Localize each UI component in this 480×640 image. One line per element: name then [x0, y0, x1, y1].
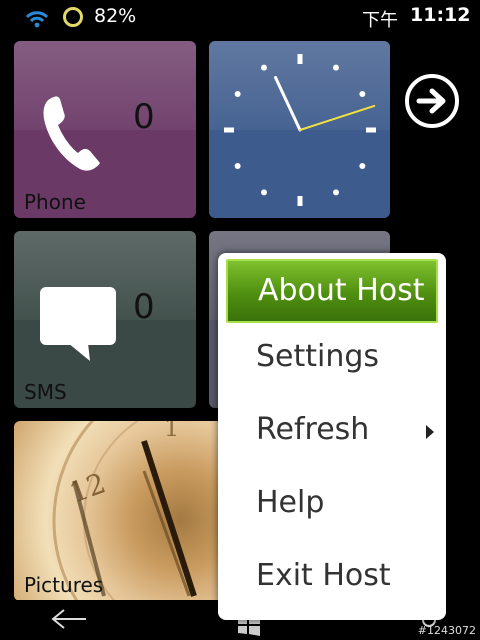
battery-icon — [63, 7, 83, 27]
svg-text:12: 12 — [65, 466, 110, 509]
analog-clock — [224, 54, 376, 206]
pictures-tile-label: Pictures — [24, 573, 104, 597]
clock-minor-mark — [333, 189, 339, 196]
missed-call-count: 0 — [133, 97, 155, 137]
menu-item-label: Settings — [256, 339, 380, 374]
clock-time: 11:12 — [410, 4, 471, 26]
phone-icon — [43, 96, 100, 171]
message-icon — [40, 287, 116, 361]
back-arrow-icon[interactable] — [50, 608, 88, 630]
clock-tile[interactable] — [209, 41, 390, 218]
clock-minor-mark — [333, 64, 339, 71]
menu-item-about-host[interactable]: About Host — [226, 259, 438, 323]
menu-item-settings[interactable]: Settings — [218, 327, 446, 391]
sms-tile[interactable]: 0 SMS — [14, 231, 196, 408]
clock-minor-mark — [234, 91, 241, 97]
wifi-icon — [25, 11, 49, 28]
menu-item-label: Refresh — [256, 412, 370, 447]
svg-text:1: 1 — [164, 421, 179, 442]
menu-item-exit-host[interactable]: Exit Host — [218, 546, 446, 610]
watermark-id: #1243072 — [417, 624, 476, 637]
menu-item-label: Help — [256, 485, 325, 520]
pictures-tile[interactable]: 12 1 Pictures — [14, 421, 222, 601]
chevron-right-icon — [426, 425, 434, 439]
status-bar: 82% 下午 11:12 — [0, 0, 480, 36]
forward-arrow-icon[interactable] — [404, 73, 460, 129]
clock-minor-mark — [261, 189, 267, 196]
menu-item-label: Exit Host — [256, 558, 391, 593]
battery-percentage: 82% — [94, 5, 137, 27]
phone-tile[interactable]: 0 Phone — [14, 41, 196, 218]
context-menu: About Host Settings Refresh Help Exit Ho… — [218, 253, 446, 620]
clock-minor-mark — [359, 91, 366, 97]
unread-sms-count: 0 — [133, 287, 155, 327]
clock-minor-mark — [234, 163, 241, 169]
menu-item-label: About Host — [258, 273, 425, 308]
clock-minor-mark — [261, 64, 267, 71]
time-period: 下午 — [362, 10, 398, 31]
clock-minute-hand — [299, 104, 376, 131]
clock-hour-hand — [273, 75, 302, 132]
phone-tile-label: Phone — [24, 190, 86, 214]
menu-item-refresh[interactable]: Refresh — [218, 400, 446, 464]
menu-item-help[interactable]: Help — [218, 473, 446, 537]
clock-minor-mark — [359, 163, 366, 169]
sms-tile-label: SMS — [24, 380, 67, 404]
